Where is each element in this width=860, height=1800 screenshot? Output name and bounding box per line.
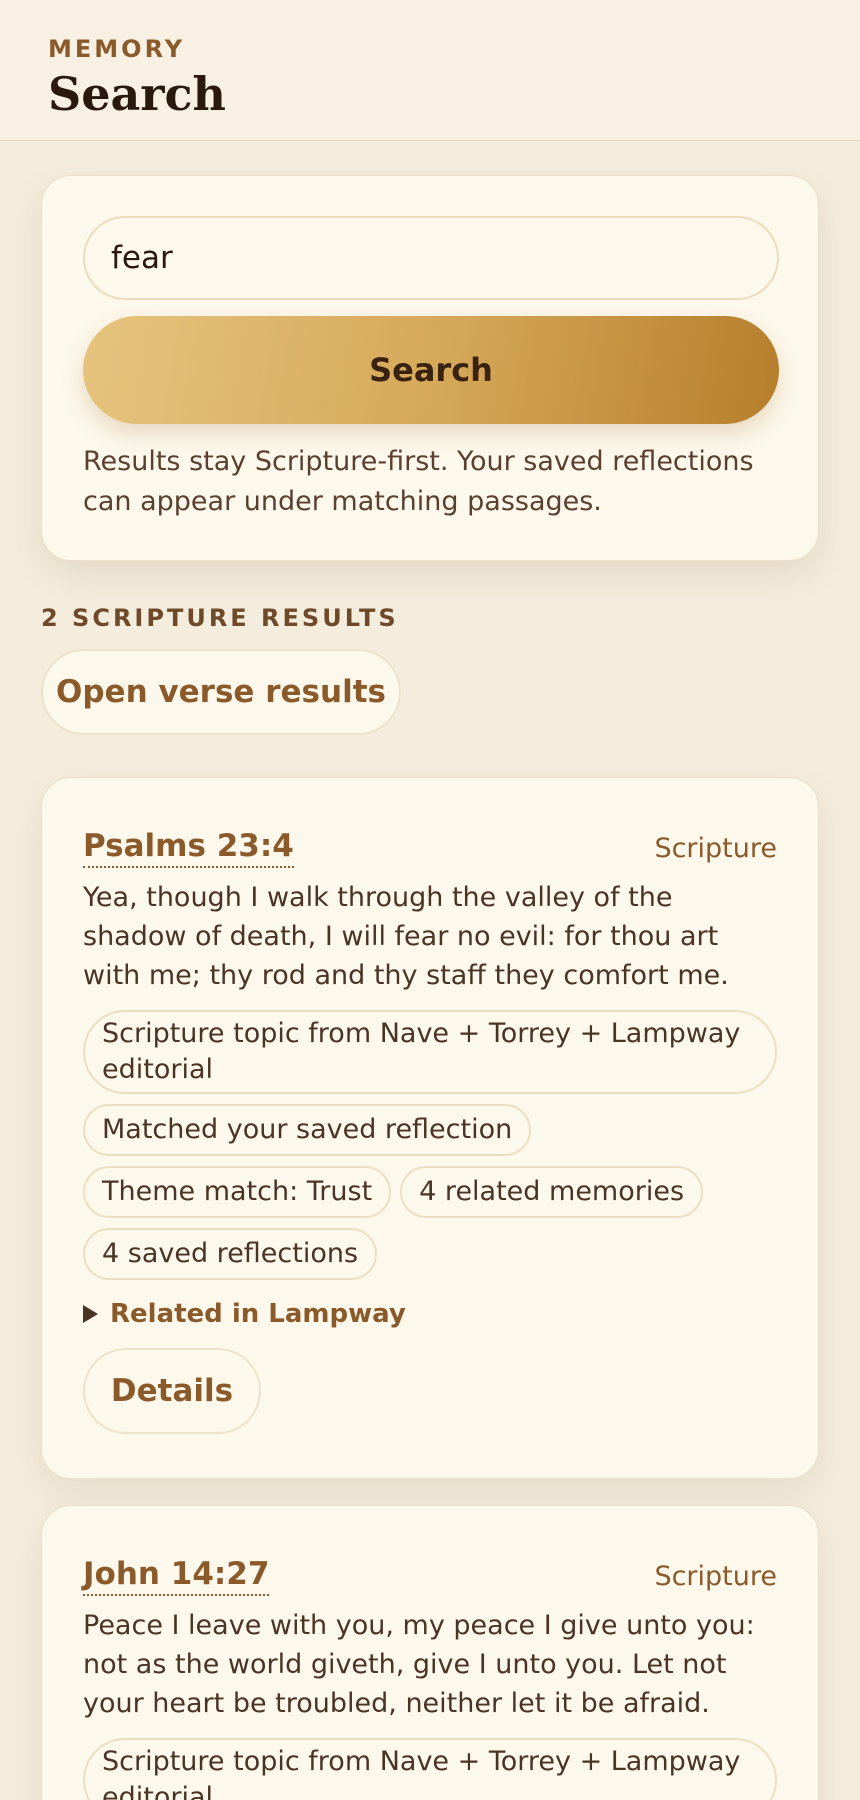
tag-related-memories: 4 related memories	[400, 1166, 704, 1218]
source-label: Scripture	[654, 833, 777, 864]
tag-theme-match: Theme match: Trust	[83, 1166, 392, 1218]
page-title: Search	[48, 67, 226, 121]
details-button[interactable]: Details	[83, 1348, 261, 1434]
verse-reference-link[interactable]: Psalms 23:4	[83, 826, 294, 868]
tag-saved-reflections: 4 saved reflections	[83, 1228, 378, 1280]
result-card-header: John 14:27 Scripture	[83, 1550, 777, 1596]
result-card: John 14:27 Scripture Peace I leave with …	[41, 1505, 819, 1800]
tag-matched-reflection: Matched your saved reflection	[83, 1104, 532, 1156]
tag-scripture-topic: Scripture topic from Nave + Torrey + Lam…	[83, 1010, 777, 1094]
source-label: Scripture	[654, 1561, 777, 1592]
verse-reference-link[interactable]: John 14:27	[83, 1554, 270, 1596]
search-button[interactable]: Search	[83, 316, 779, 424]
tag-list: Scripture topic from Nave + Torrey + Lam…	[83, 1738, 777, 1800]
disclosure-triangle-icon	[83, 1305, 98, 1323]
tag-list: Scripture topic from Nave + Torrey + Lam…	[83, 1010, 777, 1280]
search-helper-text: Results stay Scripture-first. Your saved…	[83, 446, 754, 517]
results-count: 2 SCRIPTURE RESULTS	[41, 604, 399, 632]
result-card: Psalms 23:4 Scripture Yea, though I walk…	[41, 777, 819, 1479]
search-input[interactable]	[83, 216, 779, 300]
tag-scripture-topic: Scripture topic from Nave + Torrey + Lam…	[83, 1738, 777, 1800]
result-card-header: Psalms 23:4 Scripture	[83, 822, 777, 868]
verse-text: Yea, though I walk through the valley of…	[83, 882, 729, 991]
section-eyebrow: MEMORY	[48, 35, 186, 63]
open-verse-results-button[interactable]: Open verse results	[41, 649, 401, 735]
verse-text: Peace I leave with you, my peace I give …	[83, 1610, 755, 1719]
search-panel: Search Results stay Scripture-first. You…	[41, 175, 819, 561]
related-label: Related in Lampway	[110, 1299, 406, 1329]
related-disclosure[interactable]: Related in Lampway	[83, 1299, 777, 1329]
page-header: MEMORY Search	[0, 0, 860, 141]
